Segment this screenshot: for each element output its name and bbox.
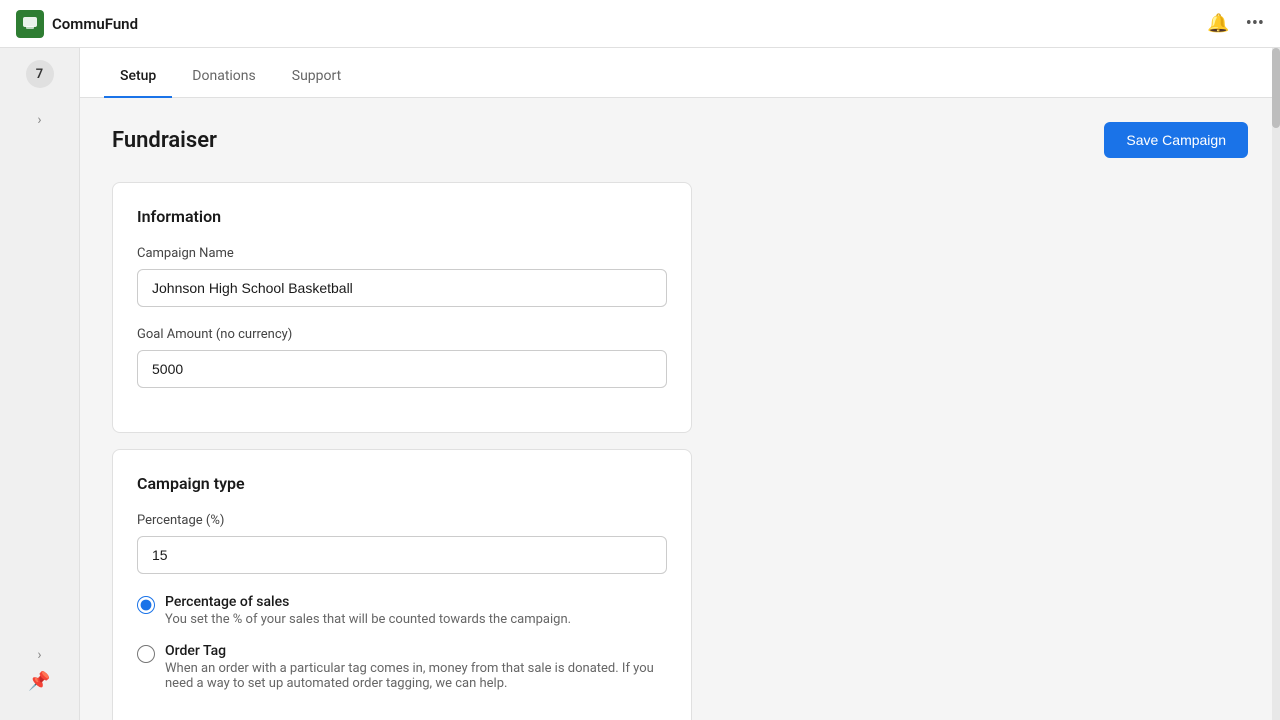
percentage-group: Percentage (%)	[137, 513, 667, 574]
tab-setup[interactable]: Setup	[104, 56, 172, 98]
scrollbar-track	[1272, 48, 1280, 720]
scrollbar-thumb[interactable]	[1272, 48, 1280, 128]
campaign-type-card: Campaign type Percentage (%) Percentage …	[112, 449, 692, 720]
campaign-name-label: Campaign Name	[137, 246, 667, 261]
percentage-input[interactable]	[137, 536, 667, 574]
campaign-type-card-title: Campaign type	[137, 474, 667, 493]
tab-support[interactable]: Support	[276, 56, 357, 98]
tab-donations[interactable]: Donations	[176, 56, 271, 98]
radio-option-order-tag: Order Tag When an order with a particula…	[137, 643, 667, 691]
radio-percentage-of-sales-content: Percentage of sales You set the % of you…	[165, 594, 571, 627]
app-name: CommuFund	[52, 15, 138, 33]
percentage-label: Percentage (%)	[137, 513, 667, 528]
sidebar-chevron-bottom[interactable]: ›	[29, 639, 49, 671]
logo-icon	[16, 10, 44, 38]
main-layout: 7 › › 📌 Setup Donations Support Fundrais…	[0, 48, 1280, 720]
goal-amount-input[interactable]	[137, 350, 667, 388]
radio-percentage-of-sales-description: You set the % of your sales that will be…	[165, 612, 571, 627]
sidebar-pin-icon[interactable]: 📌	[28, 671, 50, 692]
app-header: CommuFund 🔔 •••	[0, 0, 1280, 48]
page-content: Fundraiser Save Campaign Information Cam…	[80, 98, 1280, 720]
radio-order-tag-content: Order Tag When an order with a particula…	[165, 643, 667, 691]
radio-option-percentage-of-sales: Percentage of sales You set the % of you…	[137, 594, 667, 627]
sidebar: 7 › › 📌	[0, 48, 80, 720]
information-card-title: Information	[137, 207, 667, 226]
goal-amount-label: Goal Amount (no currency)	[137, 327, 667, 342]
radio-order-tag-description: When an order with a particular tag come…	[165, 661, 667, 691]
radio-percentage-of-sales[interactable]	[137, 596, 155, 614]
radio-order-tag-label: Order Tag	[165, 643, 667, 659]
sidebar-chevron-top[interactable]: ›	[29, 104, 49, 136]
page-header: Fundraiser Save Campaign	[112, 122, 1248, 158]
header-actions: 🔔 •••	[1207, 13, 1264, 34]
goal-amount-group: Goal Amount (no currency)	[137, 327, 667, 388]
radio-order-tag[interactable]	[137, 645, 155, 663]
campaign-name-group: Campaign Name	[137, 246, 667, 307]
app-logo: CommuFund	[16, 10, 138, 38]
page-title: Fundraiser	[112, 128, 217, 153]
tabs-bar: Setup Donations Support	[80, 48, 1280, 98]
more-options-icon[interactable]: •••	[1246, 13, 1264, 34]
notification-icon[interactable]: 🔔	[1207, 13, 1229, 34]
campaign-type-radio-group: Percentage of sales You set the % of you…	[137, 594, 667, 691]
save-campaign-button[interactable]: Save Campaign	[1104, 122, 1248, 158]
content-area: Setup Donations Support Fundraiser Save …	[80, 48, 1280, 720]
sidebar-badge: 7	[26, 60, 54, 88]
campaign-name-input[interactable]	[137, 269, 667, 307]
information-card: Information Campaign Name Goal Amount (n…	[112, 182, 692, 433]
radio-percentage-of-sales-label: Percentage of sales	[165, 594, 571, 610]
